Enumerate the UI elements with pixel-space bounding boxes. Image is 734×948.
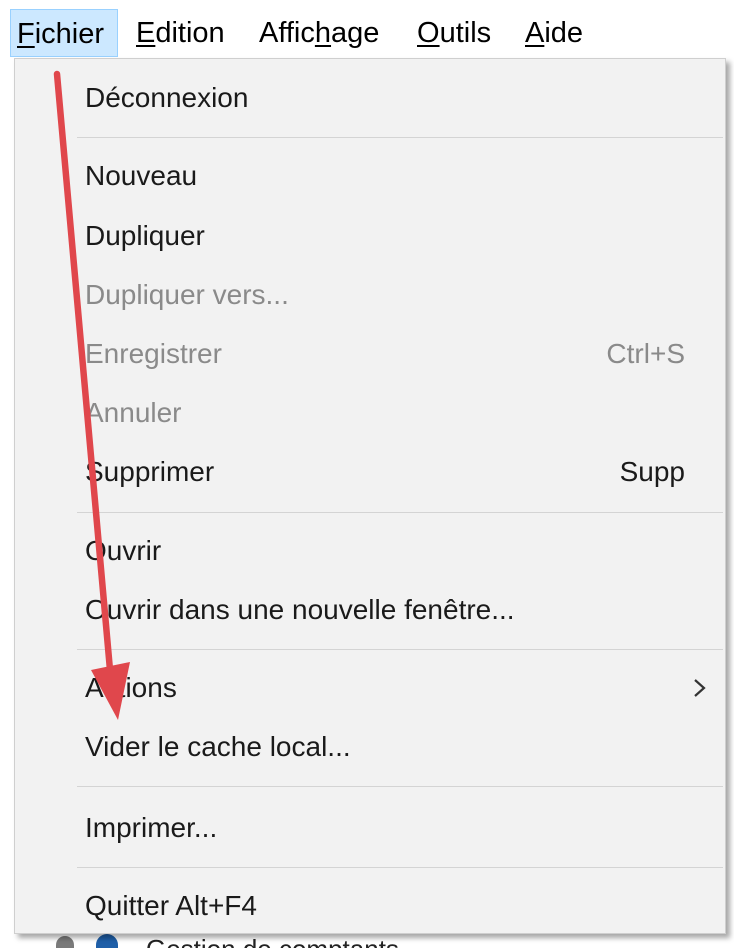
menubar-item-label: Affichage: [259, 17, 380, 49]
menu-item-label: Actions: [85, 672, 177, 703]
menu-item-label: Vider le cache local...: [85, 731, 351, 762]
menu-item-label: Annuler: [85, 397, 182, 428]
menu-item-annuler: Annuler: [15, 384, 725, 442]
menu-item-shortcut: Supp: [619, 456, 685, 487]
menu-item-label: Dupliquer: [85, 220, 205, 251]
menu-item-label: Supprimer: [85, 456, 215, 487]
menu-separator: [77, 649, 723, 650]
menu-item-ouvrir[interactable]: Ouvrir: [15, 522, 725, 580]
menu-item-quitter[interactable]: Quitter Alt+F4: [15, 877, 725, 935]
menu-separator: [77, 512, 723, 513]
folder-icon: [96, 934, 118, 948]
menu-item-shortcut: Ctrl+S: [606, 338, 685, 369]
menu-item-supprimer[interactable]: Supprimer Supp: [15, 443, 725, 501]
menu-item-actions[interactable]: Actions: [15, 659, 725, 717]
menubar-item-label: Fichier: [17, 18, 105, 50]
menubar-item-affichage[interactable]: Affichage: [253, 9, 385, 57]
menu-item-ouvrir-nouvelle-fenetre[interactable]: Ouvrir dans une nouvelle fenêtre...: [15, 581, 725, 639]
menu-separator: [77, 786, 723, 787]
menubar-item-fichier[interactable]: Fichier: [10, 9, 118, 57]
menubar-item-label: Aide: [525, 17, 584, 49]
menu-item-nouveau[interactable]: Nouveau: [15, 147, 725, 205]
menu-item-label: Enregistrer: [85, 338, 222, 369]
menu-item-label: Dupliquer vers...: [85, 279, 289, 310]
menu-item-label: Quitter Alt+F4: [85, 890, 257, 921]
menu-item-label: Ouvrir: [85, 535, 162, 566]
file-menu-dropdown: Déconnexion Nouveau Dupliquer Dupliquer …: [14, 58, 726, 934]
menubar-item-outils[interactable]: Outils: [411, 9, 497, 57]
tree-node-icon: [56, 936, 74, 948]
menu-separator: [77, 867, 723, 868]
menu-item-dupliquer-vers: Dupliquer vers...: [15, 266, 725, 324]
menu-item-label: Ouvrir dans une nouvelle fenêtre...: [85, 594, 515, 625]
menu-item-vider-cache-local[interactable]: Vider le cache local...: [15, 718, 725, 776]
menu-bar: Fichier Edition Affichage Outils Aide: [0, 0, 734, 60]
menubar-item-label: Edition: [136, 17, 225, 49]
menubar-item-aide[interactable]: Aide: [519, 9, 589, 57]
menu-item-label: Imprimer...: [85, 812, 218, 843]
menu-item-label: Déconnexion: [85, 82, 249, 113]
menu-item-imprimer[interactable]: Imprimer...: [15, 799, 725, 857]
menu-separator: [77, 137, 723, 138]
menu-item-deconnexion[interactable]: Déconnexion: [15, 69, 725, 127]
menubar-item-label: Outils: [417, 17, 492, 49]
menu-item-enregistrer: Enregistrer Ctrl+S: [15, 325, 725, 383]
menu-item-label: Nouveau: [85, 160, 198, 191]
menubar-item-edition[interactable]: Edition: [130, 9, 231, 57]
chevron-right-icon: [694, 679, 706, 697]
underlying-tree-item-label: Gestion de comptants: [146, 934, 399, 948]
menu-item-dupliquer[interactable]: Dupliquer: [15, 207, 725, 265]
